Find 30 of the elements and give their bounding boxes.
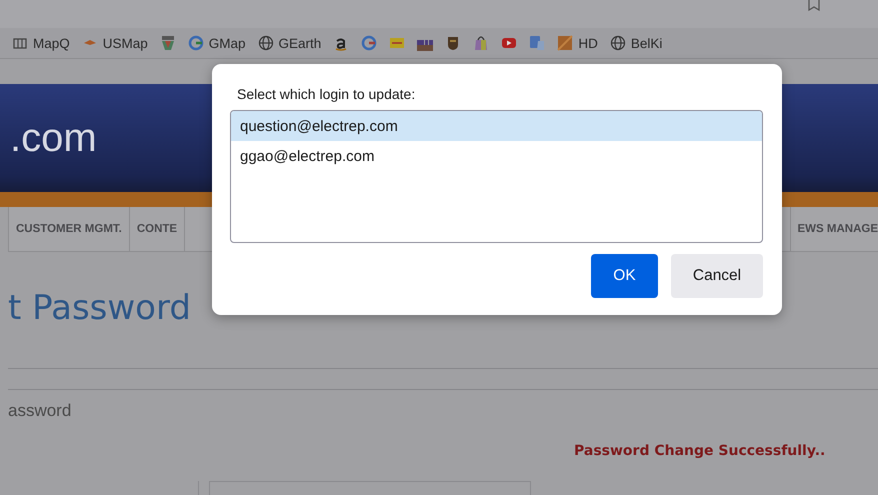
document-icon: [529, 35, 546, 51]
site-logo-text: .com: [10, 116, 97, 160]
login-option[interactable]: ggao@electrep.com: [231, 141, 762, 171]
ok-button[interactable]: OK: [591, 254, 658, 298]
square-icon: [557, 35, 574, 51]
page-title: t Password: [8, 288, 192, 328]
bookmark[interactable]: HD: [557, 35, 598, 51]
section-label: assword: [8, 401, 72, 421]
success-message: Password Change Successfully..: [574, 443, 826, 459]
bookmark[interactable]: BelKi: [610, 35, 662, 51]
bookmark[interactable]: GEarth: [258, 35, 322, 51]
banner-icon: [389, 35, 406, 51]
g-logo-icon: [361, 35, 378, 51]
globe-icon: [610, 35, 626, 51]
bag-icon: [473, 35, 490, 51]
bookmark[interactable]: [389, 35, 406, 51]
g-logo-icon: [188, 35, 204, 51]
bookmark[interactable]: USMap: [82, 35, 148, 51]
bookmark[interactable]: [501, 35, 518, 51]
bookmark[interactable]: GMap: [188, 35, 246, 51]
nav-link[interactable]: CUSTOMER MGMT.: [9, 207, 130, 251]
play-icon: [501, 35, 518, 51]
bookmark[interactable]: [473, 35, 490, 51]
nav-link[interactable]: CONTE: [130, 207, 186, 251]
bookmark[interactable]: MapQ: [12, 35, 70, 51]
login-option[interactable]: question@electrep.com: [231, 111, 762, 141]
cancel-button[interactable]: Cancel: [671, 254, 763, 298]
nav-link[interactable]: EWS MANAGE: [790, 207, 878, 251]
globe-icon: [258, 35, 274, 51]
dialog-prompt: Select which login to update:: [237, 86, 416, 102]
